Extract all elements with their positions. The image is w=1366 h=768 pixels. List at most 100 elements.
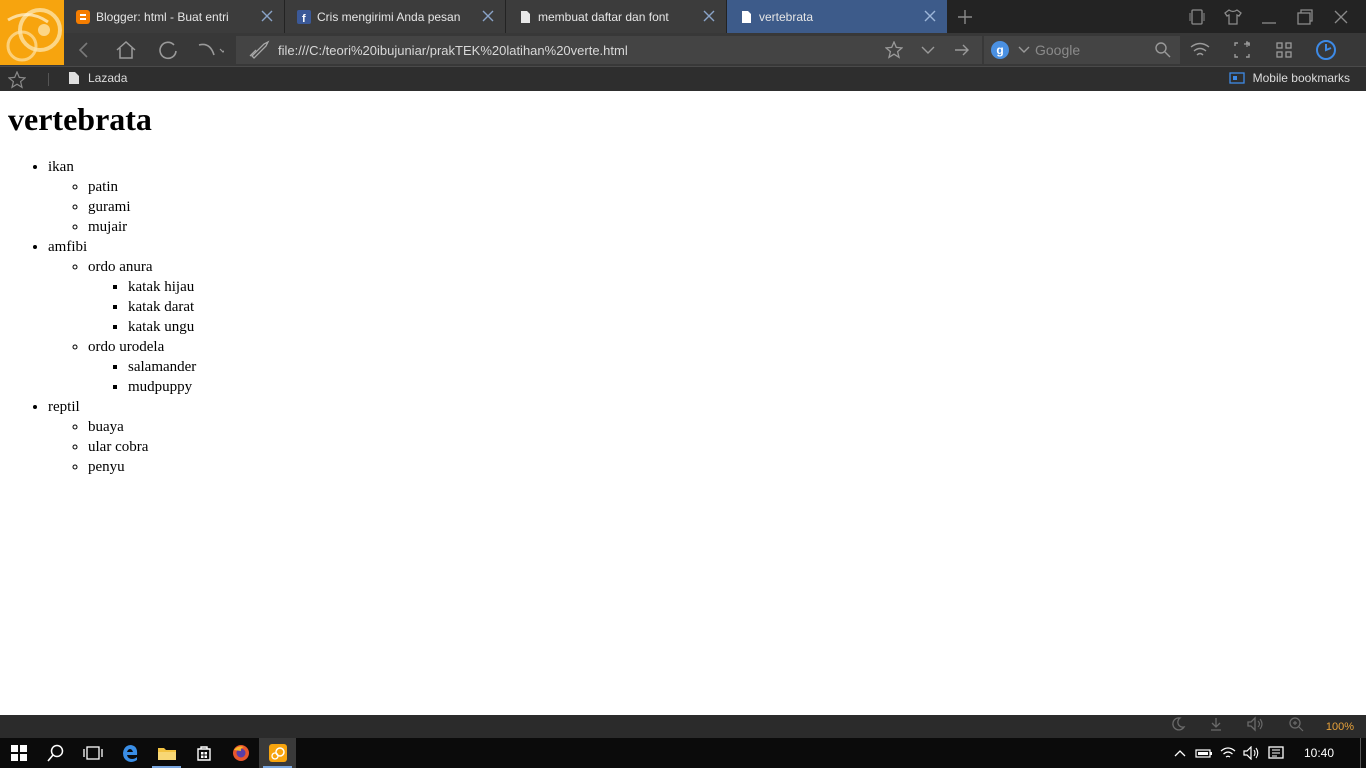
forward-gesture-button[interactable] bbox=[196, 36, 224, 64]
address-bar[interactable]: file:///C:/teori%20ibujuniar/prakTEK%20l… bbox=[236, 36, 982, 64]
close-icon[interactable] bbox=[923, 9, 937, 23]
forward-curve-icon bbox=[198, 43, 224, 55]
plus-icon bbox=[958, 9, 972, 24]
file-explorer-app[interactable] bbox=[148, 738, 185, 768]
search-button[interactable] bbox=[37, 738, 74, 768]
list-item: penyu bbox=[88, 457, 196, 477]
list-item-label: penyu bbox=[88, 459, 125, 475]
search-engine-icon[interactable]: g bbox=[991, 41, 1009, 59]
zoom-level[interactable]: 100% bbox=[1326, 721, 1354, 733]
chevron-down-icon[interactable] bbox=[1018, 44, 1030, 56]
sublist-amfibi: ordo anura katak hijau katak darat katak… bbox=[48, 257, 196, 397]
skin-shirt-icon[interactable] bbox=[1222, 6, 1244, 28]
page-title: vertebrata bbox=[8, 101, 152, 137]
list-item-label: buaya bbox=[88, 419, 124, 435]
list-item-label: ordo urodela bbox=[88, 339, 165, 355]
menu-icon[interactable] bbox=[1312, 36, 1340, 64]
chevron-up-icon[interactable] bbox=[1168, 738, 1192, 768]
start-button[interactable] bbox=[0, 738, 37, 768]
wifi-icon[interactable] bbox=[1186, 36, 1214, 64]
close-icon[interactable] bbox=[702, 9, 716, 23]
taskbar-clock[interactable]: 10:40 bbox=[1304, 746, 1334, 760]
search-icon[interactable] bbox=[1154, 41, 1172, 59]
list-item-ordo-anura: ordo anura katak hijau katak darat katak… bbox=[88, 257, 196, 337]
search-box[interactable]: g Google bbox=[984, 36, 1180, 64]
list-item-label: mujair bbox=[88, 219, 128, 235]
battery-icon[interactable] bbox=[1192, 738, 1216, 768]
close-icon[interactable] bbox=[260, 9, 274, 23]
vertebrate-list: ikan patin gurami mujair amfibi ordo anu… bbox=[8, 157, 196, 477]
tab-facebook[interactable]: f Cris mengirimi Anda pesan bbox=[285, 0, 506, 33]
list-item-label: salamander bbox=[128, 359, 197, 375]
action-center-icon[interactable] bbox=[1264, 738, 1288, 768]
phone-icon[interactable] bbox=[1186, 6, 1208, 28]
bookmark-lazada[interactable]: Lazada bbox=[68, 71, 127, 85]
tab-vertebrata[interactable]: vertebrata bbox=[727, 0, 948, 33]
bookmark-bar: Lazada Mobile bookmarks bbox=[0, 66, 1366, 91]
new-tab-button[interactable] bbox=[948, 0, 982, 33]
store-app[interactable] bbox=[185, 738, 222, 768]
uc-logo-icon bbox=[6, 8, 62, 62]
download-icon[interactable] bbox=[1208, 716, 1224, 737]
list-item-label: mudpuppy bbox=[128, 379, 193, 395]
list-item: mujair bbox=[88, 217, 196, 237]
list-item-label: katak ungu bbox=[128, 319, 195, 335]
show-desktop-button[interactable] bbox=[1360, 738, 1366, 768]
sublist-anura: katak hijau katak darat katak ungu bbox=[88, 277, 196, 337]
firefox-icon bbox=[232, 745, 249, 761]
list-item-label: ikan bbox=[48, 159, 74, 175]
sublist-urodela: salamander mudpuppy bbox=[88, 357, 196, 397]
system-tray: 10:40 bbox=[1168, 738, 1366, 768]
go-arrow-icon[interactable] bbox=[950, 38, 974, 62]
star-icon[interactable] bbox=[882, 38, 906, 62]
network-wifi-icon[interactable] bbox=[1216, 738, 1240, 768]
url-text[interactable]: file:///C:/teori%20ibujuniar/prakTEK%20l… bbox=[278, 43, 628, 58]
tab-blogger[interactable]: Blogger: html - Buat entri bbox=[64, 0, 285, 33]
window-controls bbox=[1186, 0, 1352, 33]
uc-browser-app[interactable] bbox=[259, 738, 296, 768]
tab-bar: Blogger: html - Buat entri f Cris mengir… bbox=[0, 0, 1366, 65]
browser-logo[interactable] bbox=[0, 0, 64, 65]
list-item: salamander bbox=[128, 357, 196, 377]
blogger-icon bbox=[76, 9, 90, 24]
rocket-icon bbox=[249, 40, 270, 59]
list-item-amfibi: amfibi ordo anura katak hijau katak dara… bbox=[48, 237, 196, 397]
search-input[interactable]: Google bbox=[1035, 42, 1135, 58]
page-icon bbox=[69, 72, 79, 84]
mobile-bookmarks[interactable]: Mobile bookmarks bbox=[1228, 71, 1350, 85]
list-item: katak darat bbox=[128, 297, 196, 317]
close-icon[interactable] bbox=[481, 9, 495, 23]
nav-buttons bbox=[70, 33, 224, 66]
reload-icon bbox=[159, 41, 177, 59]
chevron-down-icon[interactable] bbox=[916, 38, 940, 62]
page-icon bbox=[739, 10, 753, 24]
list-item-ikan: ikan patin gurami mujair bbox=[48, 157, 196, 237]
minimize-icon[interactable] bbox=[1258, 6, 1280, 28]
screenshot-icon[interactable] bbox=[1228, 36, 1256, 64]
list-item-label: gurami bbox=[88, 199, 131, 215]
reload-button[interactable] bbox=[154, 36, 182, 64]
home-icon bbox=[116, 40, 136, 59]
close-window-icon[interactable] bbox=[1330, 6, 1352, 28]
uc-browser-icon bbox=[268, 744, 287, 762]
volume-icon[interactable] bbox=[1246, 716, 1266, 737]
list-item: katak ungu bbox=[128, 317, 196, 337]
page-content: vertebrata ikan patin gurami mujair amfi… bbox=[0, 91, 1366, 715]
tab-label: Blogger: html - Buat entri bbox=[96, 9, 229, 24]
bookmark-label: Lazada bbox=[88, 71, 128, 85]
task-view-icon bbox=[82, 746, 103, 760]
tab-daftar-font[interactable]: membuat daftar dan font bbox=[506, 0, 727, 33]
apps-grid-icon[interactable] bbox=[1270, 36, 1298, 64]
list-item-label: katak darat bbox=[128, 299, 195, 315]
home-button[interactable] bbox=[112, 36, 140, 64]
firefox-app[interactable] bbox=[222, 738, 259, 768]
back-button[interactable] bbox=[70, 36, 98, 64]
back-arrow-icon bbox=[78, 41, 88, 58]
task-view-button[interactable] bbox=[74, 738, 111, 768]
restore-icon[interactable] bbox=[1294, 6, 1316, 28]
zoom-icon[interactable] bbox=[1288, 716, 1304, 737]
edge-app[interactable] bbox=[111, 738, 148, 768]
speaker-icon[interactable] bbox=[1240, 738, 1264, 768]
bookmark-star-icon[interactable] bbox=[7, 70, 27, 89]
night-mode-icon[interactable] bbox=[1170, 716, 1186, 737]
